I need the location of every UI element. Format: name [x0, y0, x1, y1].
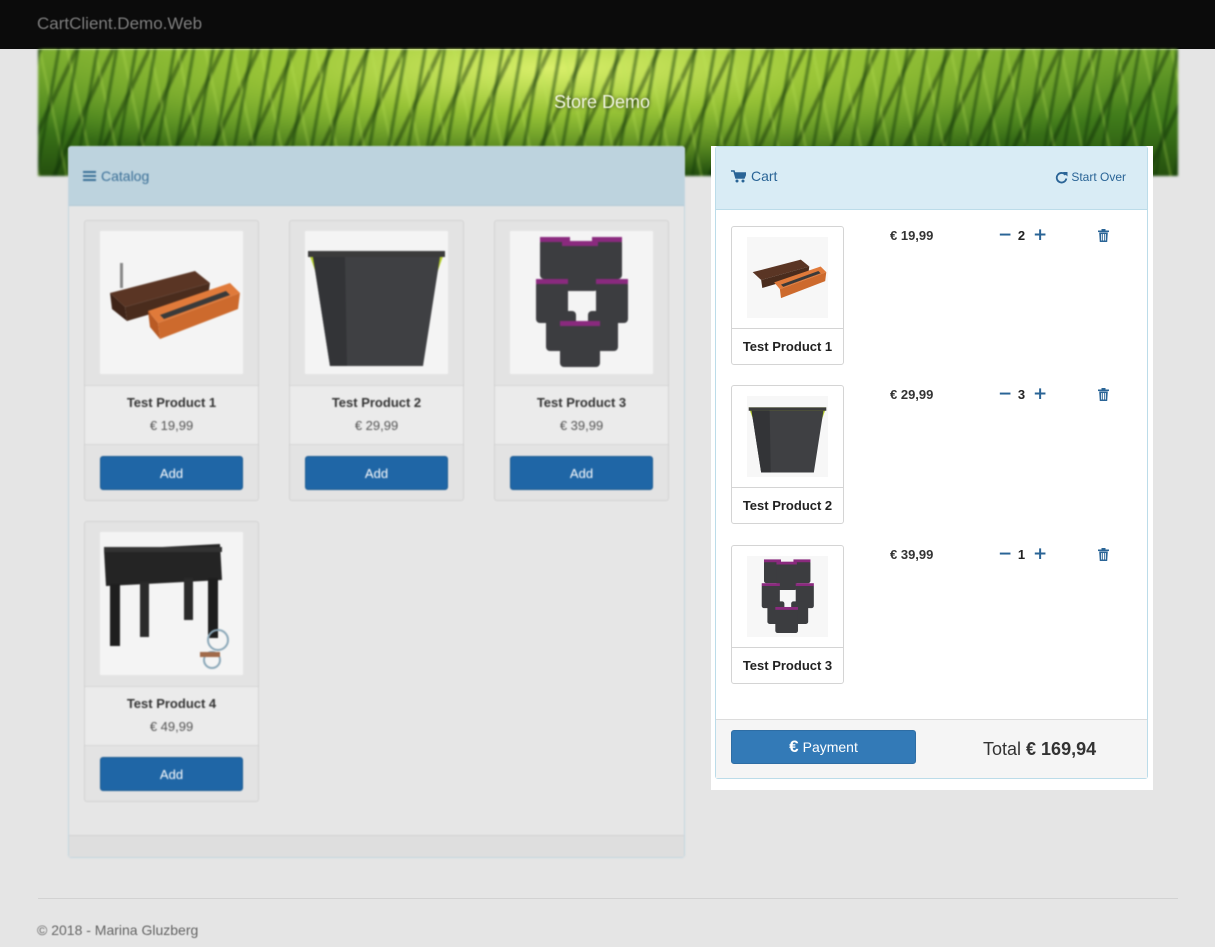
increase-quantity-button[interactable]: + — [1033, 386, 1047, 403]
quantity-stepper: − 2 + — [998, 227, 1047, 244]
cart-title: Cart — [731, 168, 777, 184]
payment-button[interactable]: € Payment — [731, 730, 916, 764]
cart-item-price: € 39,99 — [890, 547, 934, 562]
product-price: € 49,99 — [149, 719, 194, 734]
quantity-stepper: − 1 + — [998, 546, 1047, 563]
cart-item-card: Test Product 1 — [731, 226, 844, 365]
product-image — [305, 231, 448, 374]
product-image — [100, 231, 243, 374]
trash-icon[interactable] — [1098, 388, 1109, 401]
cart-item: Test Product 2 € 29,99 − 3 + — [716, 385, 1147, 525]
product-card: Test Product 4 € 49,99 Add — [84, 521, 259, 802]
cart-total: Total € 169,94 — [983, 739, 1096, 760]
cart-item-card: Test Product 2 — [731, 385, 844, 524]
add-to-cart-button[interactable]: Add — [100, 757, 243, 791]
product-price: € 39,99 — [559, 418, 604, 433]
catalog-title: Catalog — [83, 168, 149, 184]
cart-modal: Cart Start Over Test Product 1 € 19,99 −… — [711, 146, 1153, 790]
euro-icon: € — [789, 737, 799, 756]
product-name: Test Product 3 — [536, 395, 627, 410]
product-card: Test Product 3 € 39,99 Add — [494, 220, 669, 501]
product-image — [100, 532, 243, 675]
cart-footer: € Payment Total € 169,94 — [716, 719, 1147, 778]
quantity-value: 1 — [1017, 546, 1026, 562]
product-info: Test Product 1 € 19,99 — [85, 385, 258, 445]
product-price: € 19,99 — [149, 418, 194, 433]
product-name: Test Product 2 — [331, 395, 422, 410]
decrease-quantity-button[interactable]: − — [998, 546, 1012, 563]
increase-quantity-button[interactable]: + — [1033, 546, 1047, 563]
product-price: € 29,99 — [354, 418, 399, 433]
product-image — [510, 231, 653, 374]
trash-icon[interactable] — [1098, 229, 1109, 242]
product-card: Test Product 1 € 19,99 Add — [84, 220, 259, 501]
quantity-value: 3 — [1017, 386, 1026, 402]
decrease-quantity-button[interactable]: − — [998, 386, 1012, 403]
product-name: Test Product 1 — [126, 395, 217, 410]
product-card: Test Product 2 € 29,99 Add — [289, 220, 464, 501]
cart-title-text: Cart — [751, 168, 778, 184]
catalog-panel: Catalog Test Product 1 € 19,99 Add Test … — [68, 146, 685, 858]
cart-item: Test Product 3 € 39,99 − 1 + — [716, 545, 1147, 685]
product-name: Test Product 4 — [126, 696, 217, 711]
cart-item-name: Test Product 3 — [732, 647, 843, 684]
cart-item-price: € 19,99 — [890, 228, 934, 243]
catalog-title-text: Catalog — [101, 168, 150, 184]
product-info: Test Product 4 € 49,99 — [85, 686, 258, 746]
brand-link[interactable]: CartClient.Demo.Web — [37, 14, 202, 34]
trash-icon[interactable] — [1098, 548, 1109, 561]
decrease-quantity-button[interactable]: − — [998, 227, 1012, 244]
catalog-header: Catalog — [69, 147, 684, 206]
cart-item-image — [747, 237, 828, 318]
cart-item-price: € 29,99 — [890, 387, 934, 402]
copyright-text: © 2018 - Marina Gluzberg — [37, 922, 199, 938]
footer-divider — [38, 898, 1178, 899]
cart-item: Test Product 1 € 19,99 − 2 + — [716, 226, 1147, 366]
add-to-cart-button[interactable]: Add — [510, 456, 653, 490]
add-to-cart-button[interactable]: Add — [100, 456, 243, 490]
catalog-footer — [69, 835, 684, 857]
product-info: Test Product 2 € 29,99 — [290, 385, 463, 445]
shopping-cart-icon — [731, 169, 746, 182]
cart-header: Cart Start Over — [716, 147, 1147, 210]
total-label: Total — [983, 739, 1027, 759]
total-value: € 169,94 — [1026, 739, 1097, 759]
cart-panel: Cart Start Over Test Product 1 € 19,99 −… — [715, 146, 1148, 779]
navbar: CartClient.Demo.Web — [0, 0, 1215, 49]
cart-item-image — [747, 556, 828, 637]
cart-item-card: Test Product 3 — [731, 545, 844, 684]
cart-item-image — [747, 396, 828, 477]
start-over-label: Start Over — [1071, 170, 1126, 184]
add-to-cart-button[interactable]: Add — [305, 456, 448, 490]
quantity-value: 2 — [1017, 227, 1026, 243]
product-info: Test Product 3 € 39,99 — [495, 385, 668, 445]
increase-quantity-button[interactable]: + — [1033, 227, 1047, 244]
refresh-icon — [1056, 171, 1068, 183]
cart-item-name: Test Product 1 — [732, 328, 843, 365]
payment-label: Payment — [802, 739, 858, 755]
cart-item-name: Test Product 2 — [732, 487, 843, 524]
quantity-stepper: − 3 + — [998, 386, 1047, 403]
banner-title: Store Demo — [554, 92, 651, 112]
list-icon — [83, 170, 96, 182]
start-over-button[interactable]: Start Over — [1055, 170, 1126, 184]
